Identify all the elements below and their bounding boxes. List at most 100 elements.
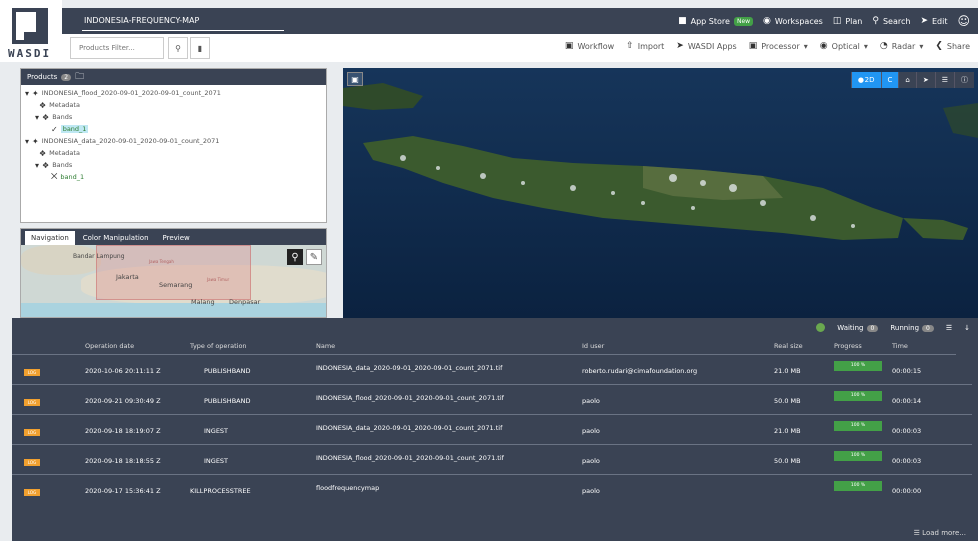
- toggle-2d-button[interactable]: ● 2D: [850, 72, 881, 88]
- cell-name: INDONESIA_flood_2020-09-01_2020-09-01_co…: [316, 454, 504, 462]
- map-label: Malang: [191, 298, 215, 306]
- search-icon: ⚲: [175, 43, 181, 53]
- caret-down-icon: ▾: [863, 41, 868, 51]
- import-button[interactable]: ⇧ Import: [626, 41, 664, 51]
- tree-node-label: Metadata: [49, 149, 80, 157]
- refresh-button[interactable]: C: [880, 72, 899, 88]
- cell-date: 2020-09-21 09:30:49 Z: [85, 397, 161, 405]
- wasdi-logo[interactable]: WASDI: [0, 0, 62, 62]
- eye-icon: ◉: [819, 41, 828, 51]
- tree-node-product[interactable]: ▾ ✦ INDONESIA_flood_2020-09-01_2020-09-01_…: [25, 87, 322, 99]
- edit-label: Edit: [931, 16, 948, 26]
- navigation-panel: Navigation Color Manipulation Preview Ba…: [20, 228, 327, 318]
- globe-icon: ◉: [763, 16, 771, 26]
- table-row: LOG 2020-09-21 09:30:49 Z PUBLISHBAND IN…: [12, 385, 972, 415]
- edit-button[interactable]: ➤ Edit: [920, 16, 947, 26]
- mini-map-draw-button[interactable]: ✎: [306, 249, 322, 265]
- radar-dropdown[interactable]: ◔ Radar ▾: [880, 41, 923, 51]
- home-button[interactable]: ⌂: [898, 72, 916, 88]
- main-map[interactable]: ▣ ● 2D C ⌂ ➤ ☰ ⓘ: [343, 68, 978, 318]
- caret-down-icon: ▾: [919, 41, 924, 51]
- load-more-button[interactable]: ☰ Load more...: [914, 529, 966, 537]
- tree-node-bands[interactable]: ▾ ❖ Bands: [25, 159, 322, 171]
- layer-button[interactable]: ▣: [347, 72, 363, 86]
- mini-map-search-button[interactable]: ⚲: [287, 249, 303, 265]
- processor-dropdown[interactable]: ▣ Processor ▾: [749, 41, 808, 51]
- cell-date: 2020-10-06 20:11:11 Z: [85, 367, 161, 375]
- column-header-time[interactable]: Time: [892, 342, 908, 350]
- search-icon: ⚲: [291, 251, 299, 263]
- tree-node-metadata[interactable]: ❖ Metadata: [25, 99, 322, 111]
- tree-node-product[interactable]: ▾ ✦ INDONESIA_data_2020-09-01_2020-09-01_c…: [25, 135, 322, 147]
- log-button[interactable]: LOG: [24, 429, 40, 436]
- wasdi-apps-label: WASDI Apps: [687, 41, 737, 51]
- optical-dropdown[interactable]: ◉ Optical ▾: [820, 41, 868, 51]
- workflow-label: Workflow: [577, 41, 615, 51]
- log-button[interactable]: LOG: [24, 459, 40, 466]
- workspace-title[interactable]: INDONESIA-FREQUENCY-MAP: [84, 16, 199, 25]
- list-icon[interactable]: ☰: [946, 324, 952, 332]
- app-store-button[interactable]: ■ App Store New: [678, 16, 754, 26]
- log-button[interactable]: LOG: [24, 489, 40, 496]
- user-menu-button[interactable]: ☺: [957, 14, 970, 28]
- tab-navigation[interactable]: Navigation: [25, 231, 75, 245]
- navigate-button[interactable]: ➤: [915, 72, 935, 88]
- mini-map[interactable]: Bandar Lampung Jakarta Semarang Malang D…: [21, 245, 326, 317]
- column-header-type[interactable]: Type of operation: [190, 342, 247, 350]
- products-filter-input[interactable]: [70, 37, 164, 59]
- optical-label: Optical: [831, 41, 860, 51]
- filter-search-button[interactable]: ⚲: [168, 37, 188, 59]
- status-dot-icon: [816, 323, 826, 332]
- plan-button[interactable]: ◫ Plan: [833, 16, 863, 26]
- cell-user: paolo: [582, 457, 600, 465]
- workflow-button[interactable]: ▣ Workflow: [565, 41, 614, 51]
- map-label: Jawa Timur: [207, 277, 230, 282]
- tab-preview[interactable]: Preview: [157, 231, 196, 245]
- tree-node-band[interactable]: ⨉ band_1: [25, 171, 322, 183]
- table-row: LOG 2020-10-06 20:11:11 Z PUBLISHBAND IN…: [12, 355, 972, 385]
- filter-clear-button[interactable]: ▮: [190, 37, 210, 59]
- products-title: Products: [27, 73, 58, 81]
- tree-node-label: INDONESIA_data_2020-09-01_2020-09-01_cou…: [41, 137, 220, 145]
- tree-node-bands[interactable]: ▾ ❖ Bands: [25, 111, 322, 123]
- share-button[interactable]: ❮ Share: [935, 41, 970, 51]
- tab-color-manipulation[interactable]: Color Manipulation: [77, 231, 155, 245]
- products-tree: ▾ ✦ INDONESIA_flood_2020-09-01_2020-09-01_…: [21, 85, 326, 185]
- tree-node-label: band_1: [60, 173, 85, 181]
- arrow-down-icon[interactable]: ↓: [964, 324, 970, 332]
- cell-size: 50.0 MB: [774, 457, 801, 465]
- cell-type: PUBLISHBAND: [204, 397, 251, 405]
- code-file-icon: ▣: [748, 41, 758, 51]
- cell-date: 2020-09-18 18:19:07 Z: [85, 427, 161, 435]
- column-header-size[interactable]: Real size: [774, 342, 803, 350]
- map-controls: ● 2D C ⌂ ➤ ☰ ⓘ: [850, 72, 974, 88]
- expand-arrow-icon: ▾: [25, 88, 30, 98]
- mini-map-land: [21, 245, 101, 275]
- top-bar: INDONESIA-FREQUENCY-MAP ■ App Store New …: [62, 8, 978, 34]
- running-status: Running 0: [890, 324, 934, 332]
- column-header-name[interactable]: Name: [316, 342, 335, 350]
- list-button[interactable]: ☰: [934, 72, 954, 88]
- column-header-operation-date[interactable]: Operation date: [85, 342, 134, 350]
- waiting-status: Waiting 0: [837, 324, 879, 332]
- cell-size: 21.0 MB: [774, 367, 801, 375]
- search-button[interactable]: ⚲ Search: [872, 16, 910, 26]
- location-arrow-icon: ➤: [922, 76, 929, 84]
- info-button[interactable]: ⓘ: [954, 72, 974, 88]
- cubes-icon: ❖: [42, 112, 50, 122]
- column-header-progress[interactable]: Progress: [834, 342, 862, 350]
- cell-type: PUBLISHBAND: [204, 367, 251, 375]
- map-label: Denpasar: [229, 298, 261, 306]
- log-button[interactable]: LOG: [24, 399, 40, 406]
- cell-user: paolo: [582, 487, 600, 495]
- log-button[interactable]: LOG: [24, 369, 40, 376]
- tree-node-band[interactable]: ✓ band_1: [25, 123, 322, 135]
- workspaces-button[interactable]: ◉ Workspaces: [763, 16, 823, 26]
- toolbar-menu: ▣ Workflow ⇧ Import ➤ WASDI Apps ▣ Processor…: [565, 41, 970, 51]
- folder-open-icon[interactable]: 🗀: [75, 69, 84, 85]
- plan-label: Plan: [845, 16, 863, 26]
- tree-node-metadata[interactable]: ❖ Metadata: [25, 147, 322, 159]
- column-header-user[interactable]: Id user: [582, 342, 604, 350]
- wasdi-apps-button[interactable]: ➤ WASDI Apps: [676, 41, 736, 51]
- tree-node-label: Bands: [52, 161, 73, 169]
